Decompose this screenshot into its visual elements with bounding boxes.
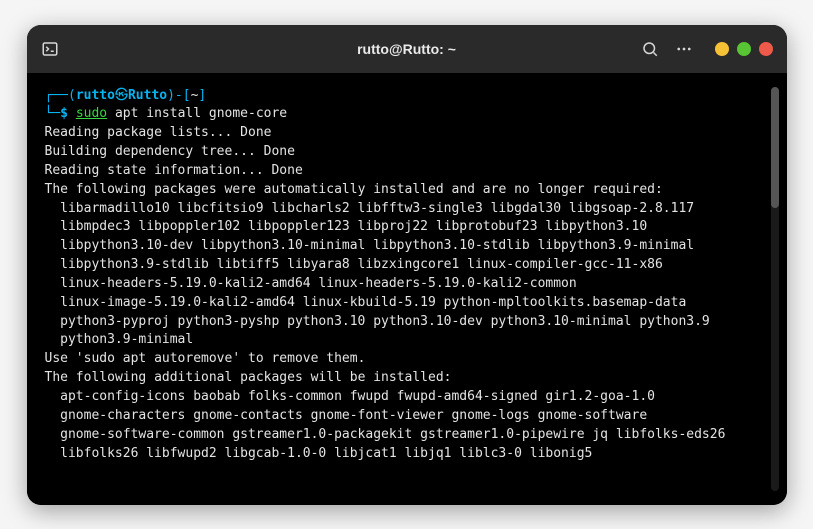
minimize-button[interactable] (715, 42, 729, 56)
package-line: libarmadillo10 libcfitsio9 libcharls2 li… (45, 200, 767, 219)
package-line: apt-config-icons baobab folks-common fwu… (45, 388, 767, 407)
titlebar: rutto@Rutto: ~ (27, 25, 787, 73)
menu-icon[interactable] (675, 40, 693, 58)
terminal-output: ┌──(rutto㉿Rutto)-[~]└─$ sudo apt install… (45, 87, 767, 491)
terminal-window: rutto@Rutto: ~ ┌── (27, 25, 787, 505)
package-line: linux-headers-5.19.0-kali2-amd64 linux-h… (45, 275, 767, 294)
titlebar-left (41, 40, 141, 58)
output-line: Reading package lists... Done (45, 125, 272, 140)
scrollbar[interactable] (771, 87, 779, 491)
package-line: libpython3.9-stdlib libtiff5 libyara8 li… (45, 256, 767, 275)
titlebar-right (641, 40, 773, 58)
output-line: The following packages were automaticall… (45, 182, 663, 197)
maximize-button[interactable] (737, 42, 751, 56)
package-line: python3-pyproj python3-pyshp python3.10 … (45, 313, 767, 332)
output-line: Reading state information... Done (45, 163, 303, 178)
window-buttons (715, 42, 773, 56)
scrollbar-thumb[interactable] (771, 87, 779, 208)
package-line: gnome-software-common gstreamer1.0-packa… (45, 426, 767, 445)
package-line: gnome-characters gnome-contacts gnome-fo… (45, 407, 767, 426)
prompt-line-1: ┌──(rutto㉿Rutto)-[~] (45, 87, 767, 106)
prompt-line-2: └─$ sudo apt install gnome-core (45, 105, 767, 124)
close-button[interactable] (759, 42, 773, 56)
package-line: python3.9-minimal (45, 331, 767, 350)
terminal-app-icon (41, 40, 59, 58)
search-icon[interactable] (641, 40, 659, 58)
package-line: linux-image-5.19.0-kali2-amd64 linux-kbu… (45, 294, 767, 313)
output-line: Building dependency tree... Done (45, 144, 295, 159)
window-title: rutto@Rutto: ~ (357, 41, 456, 57)
package-line: libfolks26 libfwupd2 libgcab-1.0-0 libjc… (45, 445, 767, 464)
output-line: The following additional packages will b… (45, 370, 452, 385)
package-line: libmpdec3 libpoppler102 libpoppler123 li… (45, 218, 767, 237)
terminal-body[interactable]: ┌──(rutto㉿Rutto)-[~]└─$ sudo apt install… (27, 73, 787, 505)
package-line: libpython3.10-dev libpython3.10-minimal … (45, 237, 767, 256)
output-line: Use 'sudo apt autoremove' to remove them… (45, 351, 366, 366)
